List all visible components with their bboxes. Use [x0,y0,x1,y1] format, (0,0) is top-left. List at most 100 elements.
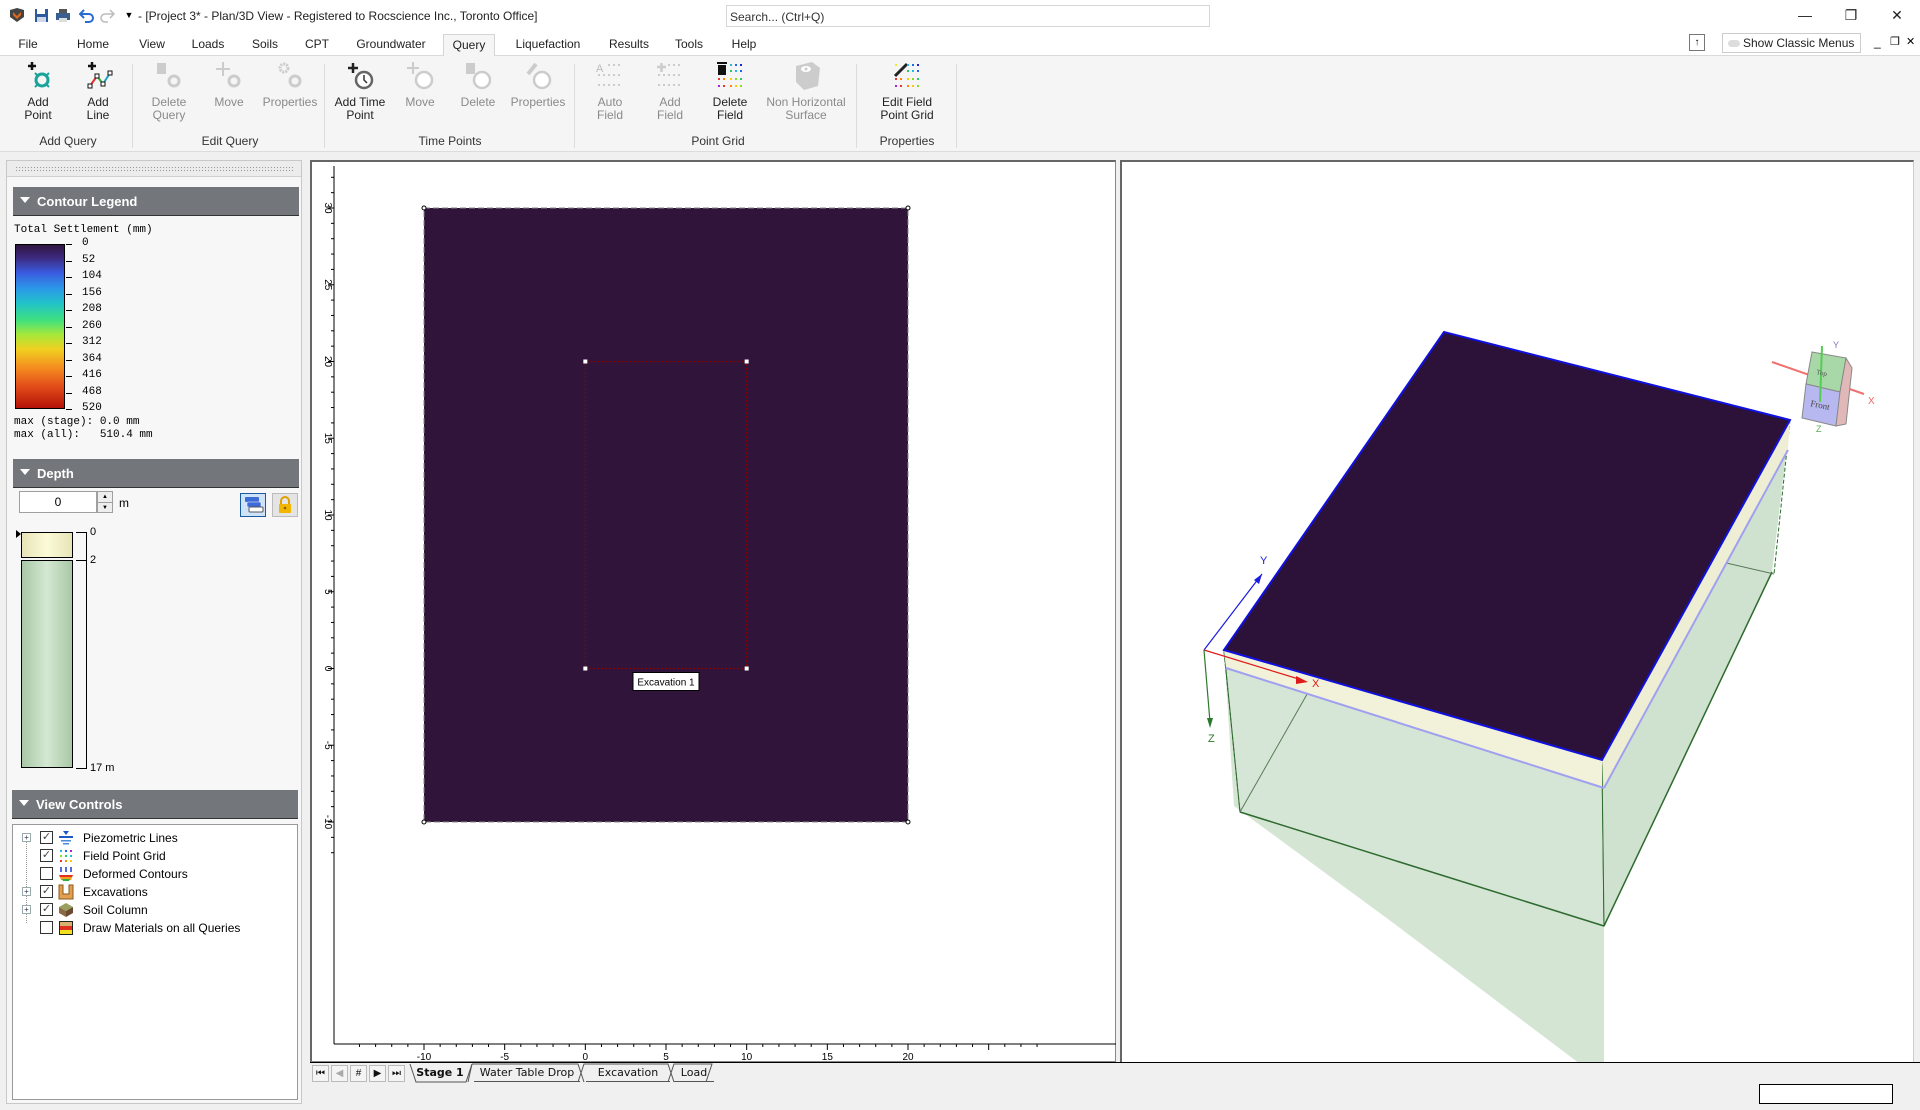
group-label-point-grid: Point Grid [691,134,745,148]
tab-cpt[interactable]: CPT [300,34,334,56]
add-line-button[interactable]: Add Line [76,60,120,132]
3d-view[interactable]: Y X Z Top Front Y X Z [1120,160,1914,1062]
view-controls-header[interactable]: View Controls [12,790,298,819]
tab-soils[interactable]: Soils [245,34,285,56]
add-time-point-label: Add Time Point [334,95,386,122]
depth-title: Depth [37,466,74,481]
undo-icon[interactable] [78,6,96,24]
add-point-label: Add Point [24,95,52,122]
tree-item-piezometric-lines[interactable]: + ✓ Piezometric Lines [13,829,293,847]
app-logo-icon[interactable] [8,6,26,24]
tab-view[interactable]: View [133,34,171,56]
auto-field-button[interactable]: A Auto Field [588,60,632,132]
tab-liquefaction[interactable]: Liquefaction [506,34,590,56]
tab-tools[interactable]: Tools [668,34,710,56]
save-icon[interactable] [32,6,50,24]
time-point-properties-button[interactable]: Properties [510,60,566,132]
add-field-button[interactable]: Add Field [648,60,692,132]
move-time-point-button[interactable]: Move [398,60,442,132]
checkbox-deformed-contours[interactable] [40,867,53,880]
minimize-button[interactable]: — [1782,0,1828,30]
legend-level-label: 0 [82,237,89,249]
checkbox-field-point-grid[interactable]: ✓ [40,849,53,862]
tree-item-soil-column[interactable]: + ✓ Soil Column [13,901,293,919]
panel-grip[interactable] [7,161,301,177]
nav-x-label: X [1868,396,1875,407]
expand-icon[interactable]: + [22,833,31,842]
legend-tick [66,310,72,311]
delete-field-label: Delete Field [712,95,748,122]
edit-field-point-grid-button[interactable]: Edit Field Point Grid [872,60,942,132]
expand-icon[interactable]: + [22,887,31,896]
checkbox-draw-materials[interactable] [40,921,53,934]
lock-depth-button[interactable] [272,493,298,517]
legend-tick [66,260,72,262]
tab-query[interactable]: Query [443,34,495,56]
mdi-close-button[interactable]: ✕ [1906,35,1915,48]
soil-extents [423,207,909,823]
tree-label: Deformed Contours [83,867,188,881]
tab-help[interactable]: Help [724,34,764,56]
delete-time-point-button[interactable]: Delete [456,60,500,132]
legend-level-label: 208 [82,303,102,315]
print-icon[interactable] [54,6,72,24]
add-time-point-button[interactable]: Add Time Point [332,60,388,132]
contour-legend-header[interactable]: Contour Legend [13,187,299,216]
layers-toggle-button[interactable] [240,493,266,517]
query-properties-label: Properties [262,95,318,109]
3d-view-canvas[interactable]: Y X Z Top Front Y X Z [1122,162,1914,1062]
tree-item-draw-materials[interactable]: Draw Materials on all Queries [13,919,293,937]
tab-file[interactable]: File [8,34,48,56]
stage-number-button[interactable]: # [350,1065,367,1082]
delete-field-button[interactable]: Delete Field [708,60,752,132]
checkbox-excavations[interactable]: ✓ [40,885,53,898]
depth-spinner[interactable]: ▲ ▼ [97,491,113,513]
search-input[interactable]: Search... (Ctrl+Q) [726,5,1210,27]
tree-item-excavations[interactable]: + ✓ Excavations [13,883,293,901]
last-stage-button[interactable]: ⏭ [388,1065,405,1082]
depth-input[interactable]: 0 [19,491,97,513]
tree-item-deformed-contours[interactable]: Deformed Contours [13,865,293,883]
query-properties-button[interactable]: Properties [262,60,318,132]
tab-loads[interactable]: Loads [186,34,230,56]
redo-icon[interactable] [98,6,116,24]
x-axis-label: X [1312,678,1320,690]
delete-query-button[interactable]: Delete Query [144,60,194,132]
x-tick-label: 10 [741,1052,753,1062]
legend-level-label: 104 [82,270,102,282]
spin-up-icon[interactable]: ▲ [98,492,112,502]
move-query-icon [216,62,241,88]
tab-home[interactable]: Home [70,34,116,56]
window-title: - [Project 3* - Plan/3D View - Registere… [138,9,538,23]
expand-icon[interactable]: + [22,905,31,914]
extent-vertex [905,819,911,825]
y-tick-label: -10 [322,815,333,830]
tab-results[interactable]: Results [604,34,654,56]
plan-view-canvas[interactable]: 30 25 20 15 10 5 0 -5 -10 -10 -5 0 5 10 15 20 Excavation… [312,162,1116,1062]
next-stage-button[interactable]: ▶ [369,1065,386,1082]
legend-tick [66,359,72,361]
checkbox-piezometric-lines[interactable]: ✓ [40,831,53,844]
non-horizontal-surface-button[interactable]: Non Horizontal Surface [762,60,850,132]
y-tick-label: 30 [322,202,333,214]
plan-view[interactable]: 30 25 20 15 10 5 0 -5 -10 -10 -5 0 5 10 15 20 Excavation… [310,160,1116,1062]
restore-button[interactable]: ❐ [1828,0,1874,30]
first-stage-button[interactable]: ⏮ [312,1065,329,1082]
close-button[interactable]: ✕ [1874,0,1920,30]
mdi-minimize-button[interactable]: _ [1874,35,1881,49]
collapse-ribbon-icon[interactable]: ↑ [1689,34,1705,51]
move-query-button[interactable]: Move [206,60,252,132]
tab-groundwater[interactable]: Groundwater [350,34,432,56]
spin-down-icon[interactable]: ▼ [98,502,112,512]
show-classic-menus-toggle[interactable]: Show Classic Menus [1722,33,1861,53]
x-tick-label: 15 [822,1052,834,1062]
add-point-button[interactable]: Add Point [16,60,60,132]
mdi-restore-button[interactable]: ❐ [1890,35,1900,48]
tree-item-field-point-grid[interactable]: ✓ Field Point Grid [13,847,293,865]
extent-vertex [421,819,427,825]
checkbox-soil-column[interactable]: ✓ [40,903,53,916]
depth-header[interactable]: Depth [13,459,299,488]
prev-stage-button[interactable]: ◀ [331,1065,348,1082]
x-tick-label: -10 [417,1052,432,1062]
customize-dropdown-icon[interactable]: ▼ [120,6,138,24]
